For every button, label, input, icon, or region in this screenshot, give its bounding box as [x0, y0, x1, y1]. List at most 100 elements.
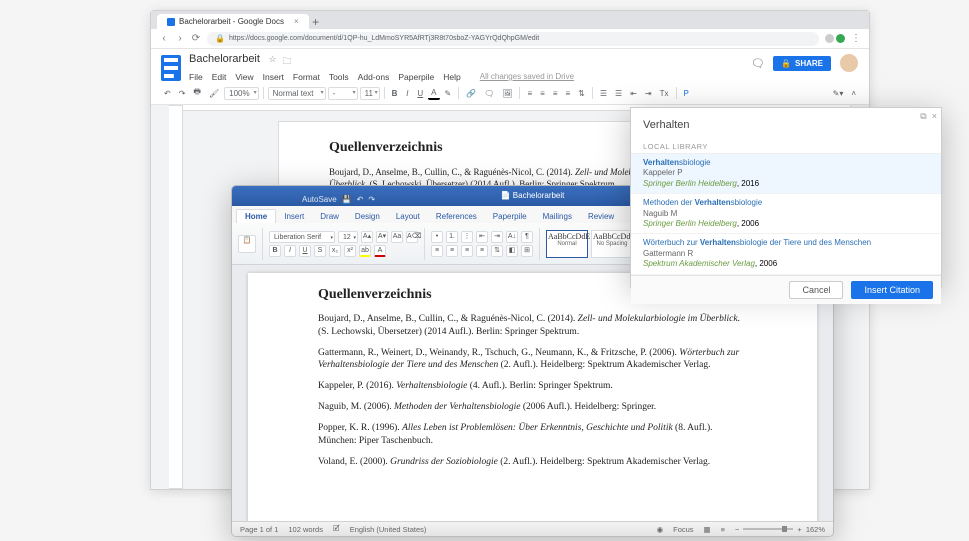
- font-color-icon[interactable]: A: [374, 245, 386, 257]
- redo-icon[interactable]: ↷: [176, 88, 189, 99]
- tab-layout[interactable]: Layout: [388, 210, 428, 223]
- font-size-select[interactable]: 11: [360, 87, 380, 100]
- gdocs-logo-icon[interactable]: [161, 55, 181, 81]
- superscript-icon[interactable]: x²: [344, 245, 356, 257]
- italic-icon[interactable]: I: [402, 88, 412, 99]
- citation-search-input[interactable]: Verhalten: [631, 108, 941, 138]
- underline-icon[interactable]: U: [299, 245, 311, 257]
- view-web-icon[interactable]: ≡: [721, 525, 725, 534]
- tab-mailings[interactable]: Mailings: [535, 210, 580, 223]
- popup-close-icon[interactable]: ×: [932, 111, 937, 122]
- menu-tools[interactable]: Tools: [329, 72, 349, 82]
- reload-icon[interactable]: ⟳: [191, 33, 201, 44]
- align-center-icon[interactable]: ≡: [537, 88, 548, 99]
- menu-paperpile[interactable]: Paperpile: [398, 72, 434, 82]
- cancel-button[interactable]: Cancel: [789, 281, 843, 299]
- tab-design[interactable]: Design: [347, 210, 388, 223]
- paragraph-style-select[interactable]: Normal text: [268, 87, 326, 100]
- indent-right-icon[interactable]: ⇥: [491, 231, 503, 243]
- sort-icon[interactable]: A↓: [506, 231, 518, 243]
- line-spacing-icon[interactable]: ⇅: [491, 245, 503, 257]
- status-words[interactable]: 102 words: [288, 525, 323, 534]
- align-left-icon[interactable]: ≡: [431, 245, 443, 257]
- chrome-tab[interactable]: Bachelorarbeit - Google Docs ×: [157, 14, 309, 29]
- star-icon[interactable]: ☆: [268, 54, 276, 70]
- shading-icon[interactable]: ◧: [506, 245, 518, 257]
- paperpile-cite-icon[interactable]: P: [681, 88, 692, 99]
- multilevel-icon[interactable]: ⋮: [461, 231, 473, 243]
- insert-comment-icon[interactable]: 🗨: [481, 88, 497, 99]
- font-size-select[interactable]: 12: [338, 231, 358, 243]
- status-page[interactable]: Page 1 of 1: [240, 525, 278, 534]
- comments-icon[interactable]: 🗨: [751, 57, 765, 70]
- insert-image-icon[interactable]: 🖼: [499, 88, 515, 99]
- menu-addons[interactable]: Add-ons: [358, 72, 390, 82]
- insert-link-icon[interactable]: 🔗: [463, 88, 479, 99]
- bulleted-list-icon[interactable]: ☰: [612, 88, 625, 99]
- chrome-menu-icon[interactable]: ⋮: [851, 33, 861, 44]
- view-print-icon[interactable]: ▦: [704, 525, 711, 534]
- menu-format[interactable]: Format: [293, 72, 320, 82]
- paste-icon[interactable]: 📋: [238, 235, 256, 253]
- menu-view[interactable]: View: [235, 72, 253, 82]
- menu-help[interactable]: Help: [443, 72, 460, 82]
- gdocs-doc-title[interactable]: Bachelorarbeit: [189, 53, 260, 65]
- borders-icon[interactable]: ⊞: [521, 245, 533, 257]
- clear-format-icon[interactable]: A⌫: [406, 231, 418, 243]
- word-page[interactable]: Quellenverzeichnis Boujard, D., Anselme,…: [248, 273, 817, 521]
- align-left-icon[interactable]: ≡: [524, 88, 535, 99]
- shrink-font-icon[interactable]: A▾: [376, 231, 388, 243]
- status-focus[interactable]: Focus: [673, 525, 693, 534]
- autosave-toggle[interactable]: AutoSave: [302, 190, 337, 210]
- highlight-icon[interactable]: ✎: [442, 88, 455, 99]
- paperpile-ext-icon[interactable]: [836, 34, 845, 43]
- undo-icon[interactable]: ↶: [161, 88, 174, 99]
- tab-draw[interactable]: Draw: [312, 210, 347, 223]
- style-nospacing[interactable]: AaBbCcDdENo Spacing: [591, 230, 633, 258]
- chrome-omnibox[interactable]: 🔒 https://docs.google.com/document/d/1QP…: [207, 32, 819, 46]
- citation-result[interactable]: Wörterbuch zur Verhaltensbiologie der Ti…: [631, 234, 941, 274]
- zoom-select[interactable]: 100%: [224, 87, 258, 100]
- paint-format-icon[interactable]: 🖌: [206, 88, 222, 99]
- tab-home[interactable]: Home: [236, 209, 276, 223]
- font-family-select[interactable]: Liberation Serif: [269, 231, 335, 243]
- strike-icon[interactable]: S: [314, 245, 326, 257]
- grow-font-icon[interactable]: A▴: [361, 231, 373, 243]
- toolbar-collapse-icon[interactable]: ˄: [848, 88, 859, 99]
- tab-references[interactable]: References: [428, 210, 485, 223]
- zoom-level[interactable]: 162%: [806, 525, 825, 534]
- back-icon[interactable]: ‹: [159, 33, 169, 44]
- show-marks-icon[interactable]: ¶: [521, 231, 533, 243]
- tab-close-icon[interactable]: ×: [294, 17, 299, 26]
- citation-result[interactable]: Verhaltensbiologie Kappeler P Springer B…: [631, 154, 941, 194]
- insert-citation-button[interactable]: Insert Citation: [851, 281, 933, 299]
- editing-mode-icon[interactable]: ✎▾: [830, 88, 847, 99]
- user-avatar[interactable]: [839, 53, 859, 73]
- align-justify-icon[interactable]: ≡: [563, 88, 574, 99]
- text-color-icon[interactable]: A: [428, 87, 439, 100]
- tab-insert[interactable]: Insert: [276, 210, 312, 223]
- line-spacing-icon[interactable]: ⇅: [575, 88, 588, 99]
- zoom-slider[interactable]: − + 162%: [735, 525, 825, 534]
- font-select[interactable]: -: [328, 87, 358, 100]
- numbering-icon[interactable]: 1.: [446, 231, 458, 243]
- menu-file[interactable]: File: [189, 72, 203, 82]
- zoom-out-icon[interactable]: −: [735, 525, 739, 534]
- qat-undo-icon[interactable]: ↶: [357, 190, 364, 210]
- status-language[interactable]: English (United States): [350, 525, 427, 534]
- align-center-icon[interactable]: ≡: [446, 245, 458, 257]
- bold-icon[interactable]: B: [389, 88, 401, 99]
- popup-popout-icon[interactable]: ⧉: [920, 111, 926, 122]
- vertical-ruler[interactable]: [169, 105, 183, 489]
- indent-increase-icon[interactable]: ⇥: [642, 88, 655, 99]
- forward-icon[interactable]: ›: [175, 33, 185, 44]
- justify-icon[interactable]: ≡: [476, 245, 488, 257]
- share-button[interactable]: 🔒 SHARE: [773, 56, 831, 71]
- save-status[interactable]: All changes saved in Drive: [480, 72, 574, 82]
- tab-paperpile[interactable]: Paperpile: [485, 210, 535, 223]
- folder-move-icon[interactable]: 🗀: [283, 54, 292, 70]
- status-spellcheck-icon[interactable]: 🗹: [333, 523, 340, 536]
- chrome-new-tab-button[interactable]: +: [309, 15, 323, 29]
- ext-icon[interactable]: [825, 34, 834, 43]
- underline-icon[interactable]: U: [414, 88, 426, 99]
